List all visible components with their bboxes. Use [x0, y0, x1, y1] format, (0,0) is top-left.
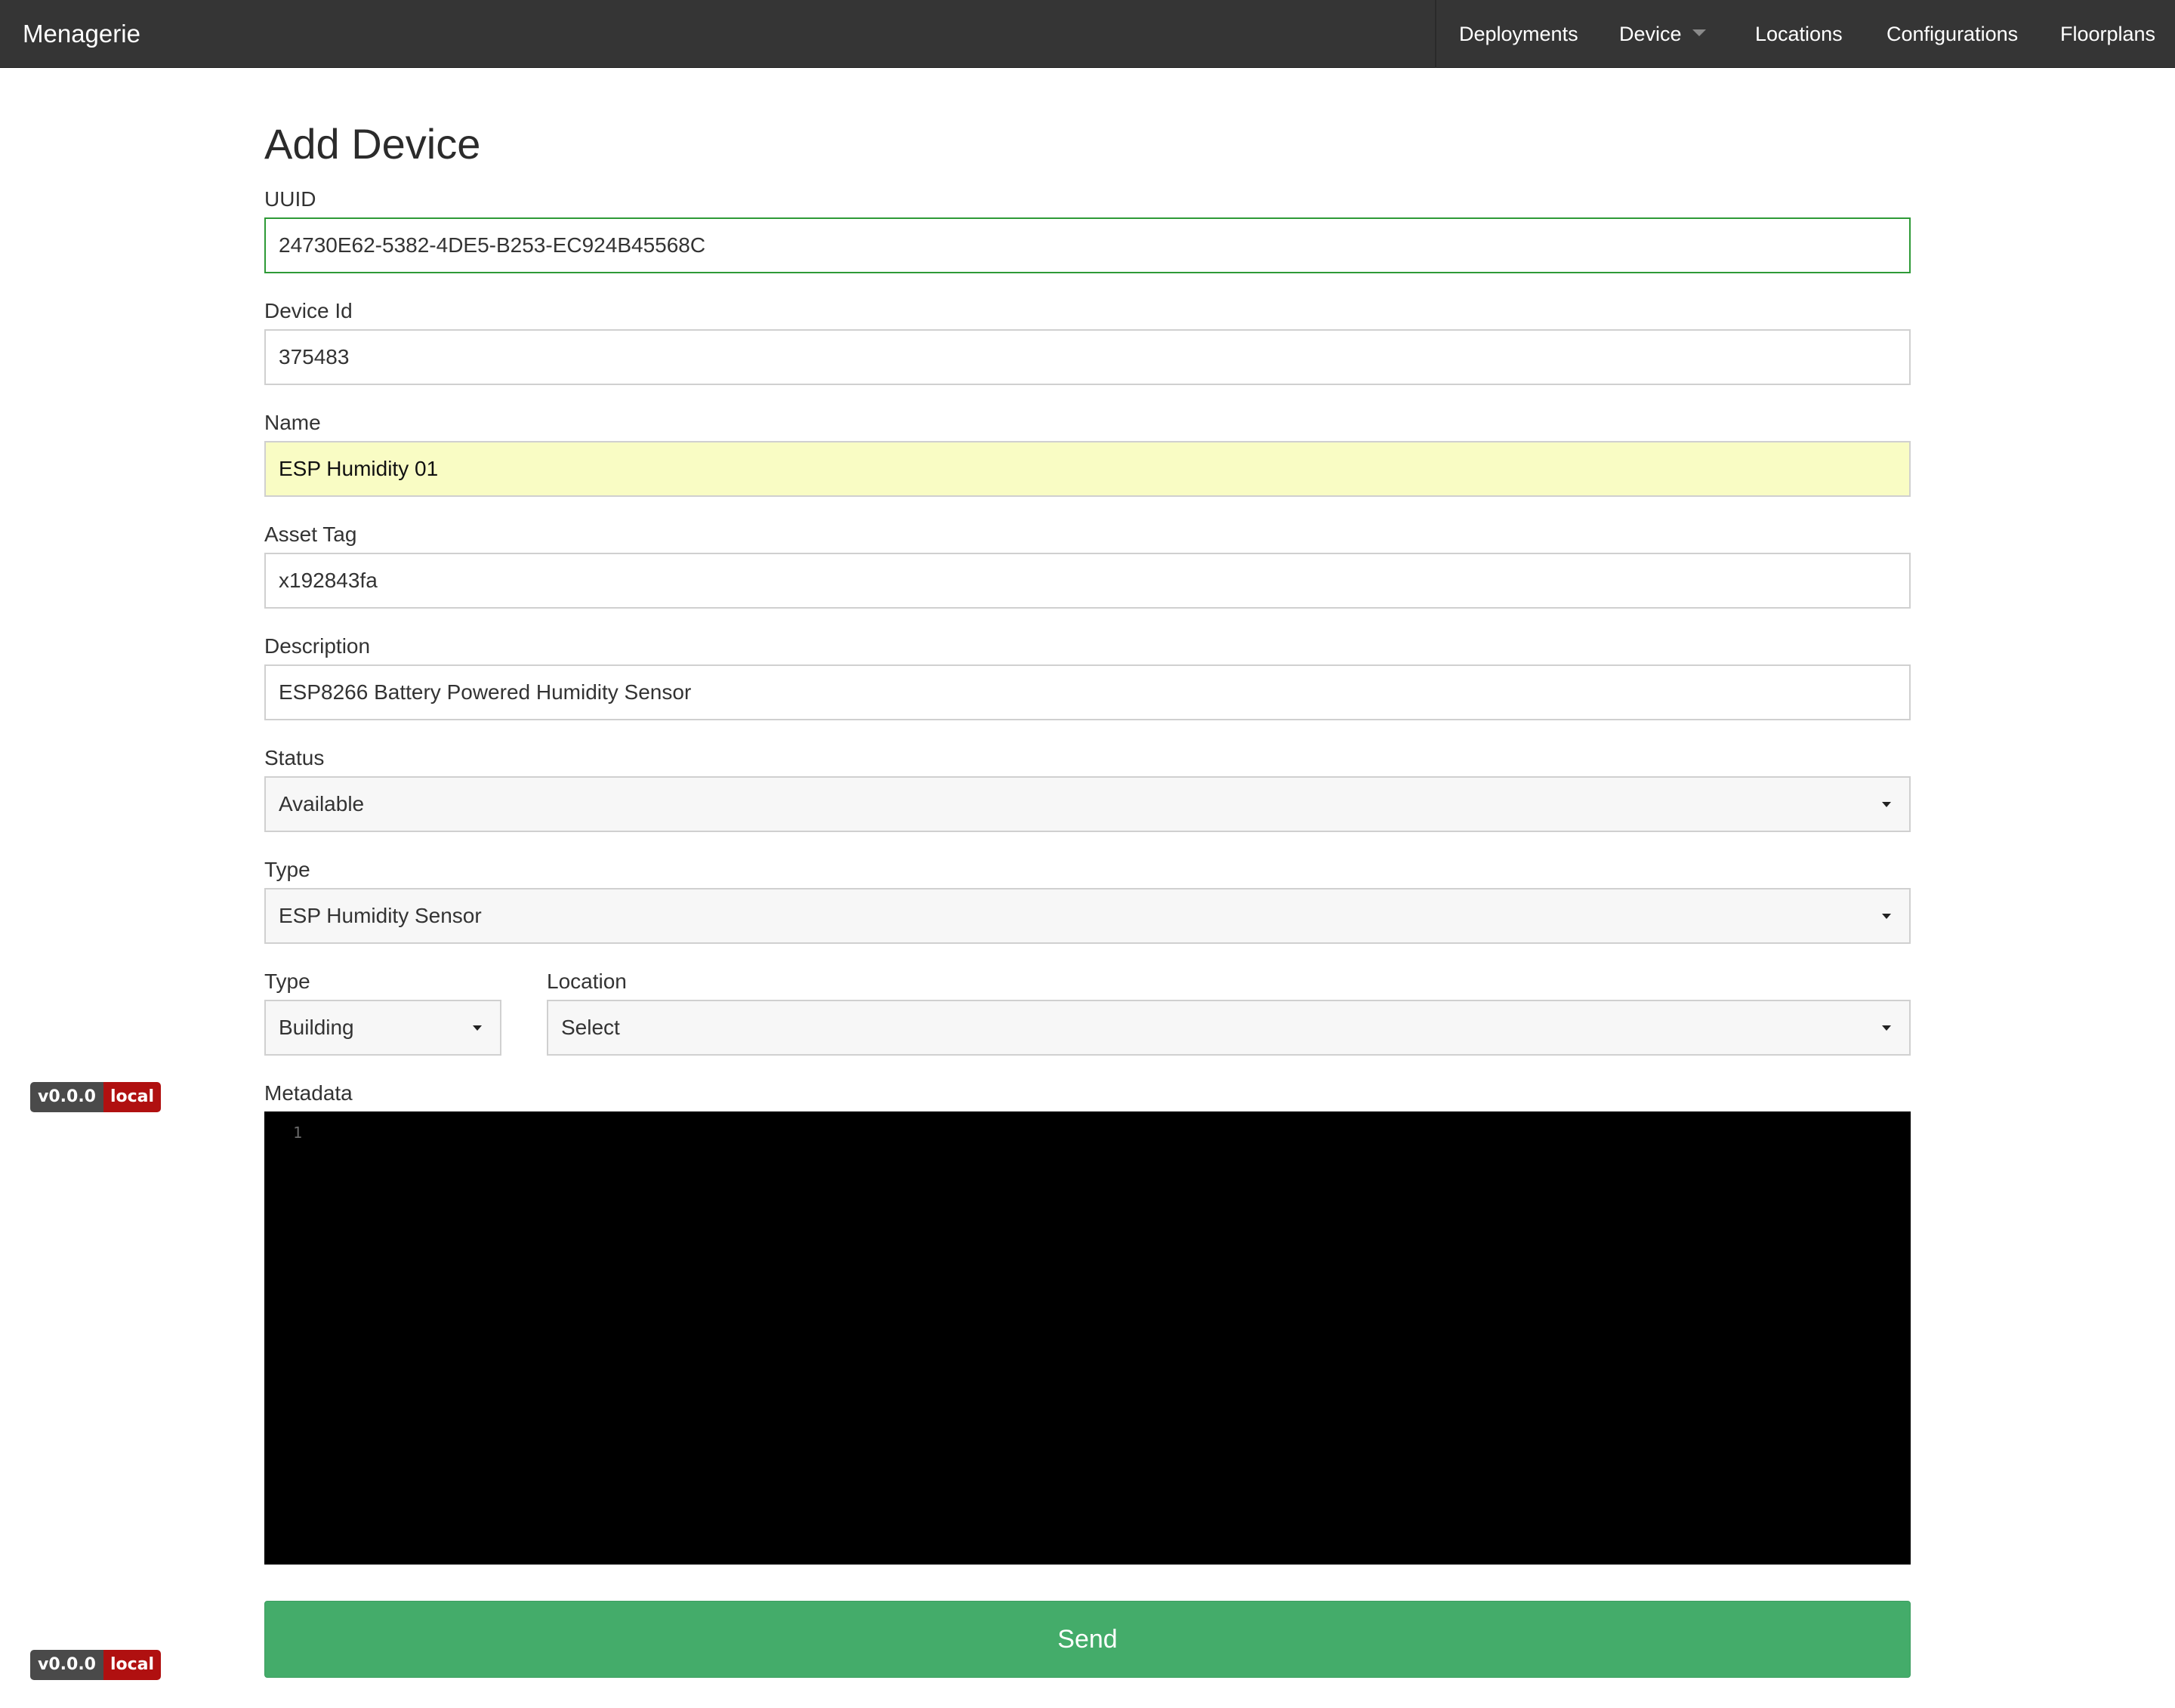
location-type-select[interactable]: Building — [264, 1000, 501, 1056]
editor-line-number: 1 — [293, 1124, 303, 1142]
environment-label: local — [103, 1082, 162, 1112]
uuid-label: UUID — [264, 187, 316, 211]
type-label: Type — [264, 858, 310, 881]
send-button[interactable]: Send — [264, 1601, 1911, 1678]
version-badge: v0.0.0 local — [30, 1082, 162, 1112]
brand-logo[interactable]: Menagerie — [23, 0, 140, 68]
location-label: Location — [547, 970, 627, 993]
caret-down-icon — [1882, 802, 1891, 807]
nav-item-configurations[interactable]: Configurations — [1887, 0, 2018, 68]
version-label: v0.0.0 — [30, 1650, 103, 1680]
version-label: v0.0.0 — [30, 1082, 103, 1112]
name-input[interactable]: ESP Humidity 01 — [264, 441, 1911, 497]
type-selected-value: ESP Humidity Sensor — [279, 904, 482, 927]
device-id-label: Device Id — [264, 299, 353, 322]
location-select[interactable]: Select — [547, 1000, 1911, 1056]
environment-label: local — [103, 1650, 162, 1680]
asset-tag-input[interactable]: x192843fa — [264, 553, 1911, 609]
nav-item-device[interactable]: Device — [1619, 0, 1706, 68]
uuid-input[interactable]: 24730E62-5382-4DE5-B253-EC924B45568C — [264, 217, 1911, 273]
nav-item-floorplans[interactable]: Floorplans — [2060, 0, 2155, 68]
version-badge: v0.0.0 local — [30, 1650, 162, 1680]
location-type-selected-value: Building — [279, 1016, 354, 1039]
type-select[interactable]: ESP Humidity Sensor — [264, 888, 1911, 944]
nav-item-deployments[interactable]: Deployments — [1459, 0, 1578, 68]
caret-down-icon — [473, 1025, 482, 1031]
nav-item-device-label: Device — [1619, 23, 1682, 45]
page-title: Add Device — [264, 120, 481, 168]
asset-tag-label: Asset Tag — [264, 523, 357, 546]
location-type-label: Type — [264, 970, 310, 993]
status-selected-value: Available — [279, 792, 365, 815]
name-label: Name — [264, 411, 321, 434]
metadata-code-editor[interactable]: 1 — [264, 1111, 1911, 1565]
metadata-label: Metadata — [264, 1081, 353, 1105]
caret-down-icon — [1882, 914, 1891, 919]
description-label: Description — [264, 634, 371, 658]
top-navbar: Menagerie Deployments Device Locations C… — [0, 0, 2175, 68]
navbar-divider — [1435, 0, 1436, 68]
status-select[interactable]: Available — [264, 776, 1911, 832]
device-id-input[interactable]: 375483 — [264, 329, 1911, 385]
chevron-down-icon — [1692, 29, 1706, 37]
location-selected-value: Select — [561, 1016, 620, 1039]
description-input[interactable]: ESP8266 Battery Powered Humidity Sensor — [264, 664, 1911, 720]
status-label: Status — [264, 746, 325, 769]
caret-down-icon — [1882, 1025, 1891, 1031]
nav-item-locations[interactable]: Locations — [1755, 0, 1843, 68]
